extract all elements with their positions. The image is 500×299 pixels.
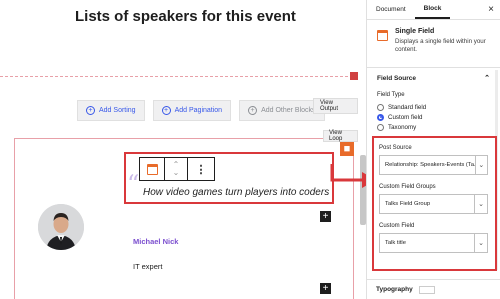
close-icon[interactable]: ×: [488, 4, 494, 15]
field-source-panel-toggle[interactable]: Field Source ⌃: [367, 68, 500, 88]
radio-label: Custom field: [388, 113, 423, 121]
editor-canvas: Lists of speakers for this event + Add S…: [0, 0, 358, 299]
person-photo-icon: [38, 204, 84, 250]
talk-title-field[interactable]: How video games turn players into coders: [143, 187, 329, 198]
block-name: Single Field: [395, 28, 435, 35]
block-card: Single Field Displays a single field wit…: [367, 20, 500, 68]
field-source-heading: Field Source: [377, 74, 417, 82]
radio-custom-field[interactable]: Custom field: [367, 112, 500, 122]
plus-circle-icon: +: [161, 106, 171, 115]
chevron-down-icon[interactable]: ⌄: [173, 169, 180, 177]
tab-document[interactable]: Document: [367, 0, 415, 19]
sidebar-tabs: Document Block ×: [367, 0, 500, 20]
block-toolbar: ⌃ ⌄ ⋮: [139, 157, 215, 181]
highlight-frame: [372, 136, 497, 271]
speaker-role-field[interactable]: IT expert: [133, 262, 162, 271]
speaker-avatar[interactable]: [38, 204, 84, 250]
add-block-icon[interactable]: +: [320, 283, 331, 294]
radio-standard-field[interactable]: Standard field: [367, 102, 500, 112]
block-boundary-line: [0, 76, 358, 77]
radio-label: Taxonomy: [388, 123, 417, 131]
view-output-button[interactable]: View Output: [313, 98, 358, 114]
loop-toolbar: + Add Sorting + Add Pagination + Add Oth…: [77, 100, 325, 121]
radio-button[interactable]: [377, 103, 384, 111]
add-block-icon[interactable]: +: [320, 211, 331, 222]
add-pagination-button[interactable]: + Add Pagination: [152, 100, 232, 121]
typography-heading: Typography: [376, 286, 413, 293]
radio-label: Standard field: [388, 103, 427, 111]
tab-block[interactable]: Block: [414, 0, 451, 19]
radio-taxonomy[interactable]: Taxonomy: [367, 122, 500, 132]
boundary-handle: [350, 72, 358, 80]
block-type-button[interactable]: [140, 158, 165, 180]
add-other-blocks-label: Add Other Blocks: [261, 107, 316, 114]
view-loop-button[interactable]: View Loop: [323, 130, 358, 142]
typography-preview: [418, 285, 435, 294]
loop-badge-icon[interactable]: ■: [340, 142, 354, 156]
field-type-label: Field Type: [377, 92, 405, 98]
move-handle[interactable]: ⌃ ⌄: [165, 158, 188, 180]
add-pagination-label: Add Pagination: [174, 107, 223, 114]
calendar-icon: [146, 163, 158, 175]
typography-panel-toggle[interactable]: Typography: [366, 279, 500, 299]
chevron-up-icon: ⌃: [484, 75, 490, 82]
radio-button-checked[interactable]: [377, 113, 384, 121]
radio-button[interactable]: [377, 123, 384, 131]
quote-icon: “: [127, 170, 140, 198]
add-other-blocks-button[interactable]: + Add Other Blocks: [239, 100, 325, 121]
add-sorting-label: Add Sorting: [99, 107, 136, 114]
plus-circle-icon: +: [248, 106, 258, 115]
plus-circle-icon: +: [86, 106, 95, 115]
block-description: Displays a single field within your cont…: [395, 38, 486, 54]
calendar-icon: [377, 30, 388, 41]
more-options-button[interactable]: ⋮: [188, 158, 214, 180]
speaker-name-field[interactable]: Michael Nick: [133, 237, 178, 246]
page-title[interactable]: Lists of speakers for this event: [75, 8, 296, 25]
add-sorting-button[interactable]: + Add Sorting: [77, 100, 145, 121]
